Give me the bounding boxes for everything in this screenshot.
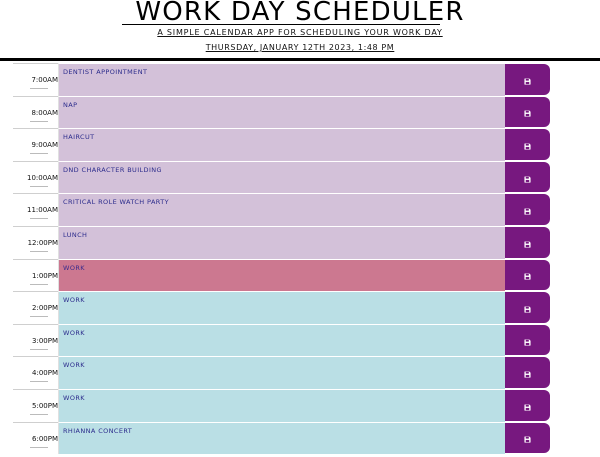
save-button[interactable] — [505, 389, 550, 421]
time-block: 2:00pm work — [13, 291, 550, 324]
hour-text: 6:00pm — [32, 434, 58, 443]
time-block: 12:00pm lunch — [13, 225, 550, 259]
save-button[interactable] — [505, 259, 550, 291]
hour-divider — [30, 88, 48, 89]
event-textarea[interactable]: lunch — [58, 225, 505, 259]
floppy-disk-icon — [524, 265, 531, 284]
hour-label: 4:00pm — [13, 356, 58, 389]
save-button[interactable] — [505, 129, 550, 160]
header-divider — [0, 58, 600, 61]
title-underline — [122, 24, 440, 25]
hour-label: 1:00pm — [13, 258, 58, 292]
floppy-disk-icon — [524, 331, 531, 350]
hour-text: 8:00am — [31, 108, 58, 117]
hour-label: 12:00pm — [13, 225, 58, 259]
hour-divider — [30, 348, 48, 350]
page-title: Work Day Scheduler — [135, 0, 465, 27]
hour-divider — [30, 250, 48, 252]
hour-divider — [30, 185, 48, 187]
save-button[interactable] — [505, 422, 550, 454]
floppy-disk-icon — [524, 200, 531, 219]
time-block: 9:00am haircut — [13, 128, 550, 161]
scheduler: 7:00am dentist appointment 8:00am nap 9:00am… — [13, 63, 550, 455]
save-button[interactable] — [505, 161, 550, 193]
time-block: 8:00am nap — [13, 95, 550, 129]
time-block: 11:00am critical role watch party — [13, 193, 550, 226]
hour-divider — [30, 153, 48, 155]
hour-label: 2:00pm — [13, 291, 58, 324]
hour-label: 3:00pm — [13, 323, 58, 357]
hour-text: 3:00pm — [32, 336, 58, 345]
hour-text: 9:00am — [31, 141, 58, 150]
floppy-disk-icon — [524, 168, 531, 187]
event-textarea[interactable]: work — [58, 258, 505, 292]
hour-label: 6:00pm — [13, 421, 58, 455]
hour-divider — [30, 120, 48, 122]
current-date: Thursday, January 12th 2023, 1:48 pm — [205, 43, 395, 52]
hour-text: 4:00pm — [32, 369, 58, 378]
floppy-disk-icon — [524, 135, 531, 154]
hour-label: 9:00am — [13, 128, 58, 161]
page-subtitle: A simple calendar app for scheduling you… — [157, 28, 443, 37]
event-textarea[interactable]: dentist appointment — [58, 63, 505, 96]
hour-label: 5:00pm — [13, 388, 58, 422]
hour-text: 11:00am — [26, 206, 58, 215]
event-textarea[interactable]: nap — [58, 95, 505, 129]
hour-label: 10:00am — [13, 160, 58, 194]
save-button[interactable] — [505, 357, 550, 388]
hour-divider — [30, 413, 48, 415]
hour-text: 12:00pm — [27, 238, 58, 247]
hour-text: 5:00pm — [32, 401, 58, 410]
event-textarea[interactable]: haircut — [58, 128, 505, 161]
hour-divider — [30, 218, 48, 220]
event-textarea[interactable]: work — [58, 291, 505, 324]
hour-divider — [30, 446, 48, 448]
floppy-disk-icon — [524, 428, 531, 447]
time-block: 5:00pm work — [13, 388, 550, 422]
floppy-disk-icon — [524, 102, 531, 121]
floppy-disk-icon — [524, 233, 531, 252]
time-block: 3:00pm work — [13, 323, 550, 357]
save-button[interactable] — [505, 96, 550, 128]
save-button[interactable] — [505, 64, 550, 95]
hour-text: 10:00am — [26, 173, 58, 182]
save-button[interactable] — [505, 292, 550, 323]
header: Work Day Scheduler A simple calendar app… — [0, 0, 600, 62]
time-block: 1:00pm work — [13, 258, 550, 292]
save-button[interactable] — [505, 226, 550, 258]
event-textarea[interactable]: work — [58, 388, 505, 422]
hour-text: 1:00pm — [32, 271, 58, 280]
hour-text: 2:00pm — [32, 304, 58, 313]
event-textarea[interactable]: rhianna concert — [58, 421, 505, 455]
hour-divider — [30, 283, 48, 285]
floppy-disk-icon — [524, 363, 531, 382]
floppy-disk-icon — [524, 70, 531, 89]
event-textarea[interactable]: work — [58, 356, 505, 389]
hour-divider — [30, 381, 48, 383]
save-button[interactable] — [505, 324, 550, 356]
hour-divider — [30, 316, 48, 318]
hour-label: 11:00am — [13, 193, 58, 226]
floppy-disk-icon — [524, 298, 531, 317]
time-block: 7:00am dentist appointment — [13, 63, 550, 96]
event-textarea[interactable]: critical role watch party — [58, 193, 505, 226]
time-block: 6:00pm rhianna concert — [13, 421, 550, 455]
event-textarea[interactable]: work — [58, 323, 505, 357]
hour-label: 7:00am — [13, 63, 58, 96]
event-textarea[interactable]: DnD character building — [58, 160, 505, 194]
hour-label: 8:00am — [13, 95, 58, 129]
hour-text: 7:00am — [31, 76, 58, 84]
save-button[interactable] — [505, 194, 550, 225]
floppy-disk-icon — [524, 396, 531, 415]
time-block: 4:00pm work — [13, 356, 550, 389]
time-block: 10:00am DnD character building — [13, 160, 550, 194]
